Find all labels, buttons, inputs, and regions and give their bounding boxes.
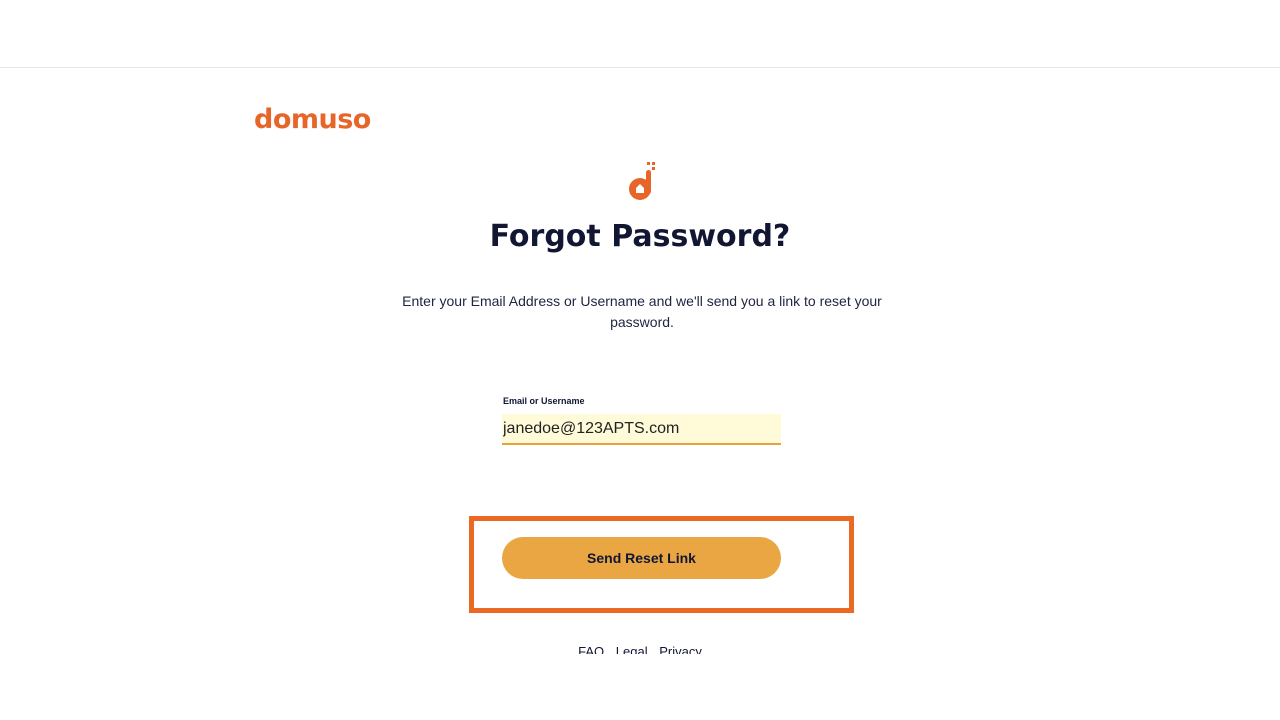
email-username-input[interactable] bbox=[502, 414, 781, 445]
footer-link-legal[interactable]: Legal bbox=[616, 644, 648, 654]
footer-link-faq[interactable]: FAQ bbox=[578, 644, 604, 654]
domuso-logo[interactable]: domuso bbox=[254, 100, 371, 140]
page-title: Forgot Password? bbox=[489, 219, 791, 254]
instructions-text: Enter your Email Address or Username and… bbox=[402, 293, 882, 330]
footer-link-privacy[interactable]: Privacy bbox=[659, 644, 702, 654]
footer-links: FAQ Legal Privacy bbox=[0, 643, 1280, 654]
email-field-label: Email or Username bbox=[503, 396, 585, 406]
domuso-d-mark-icon bbox=[629, 162, 655, 200]
send-reset-link-button[interactable]: Send Reset Link bbox=[502, 537, 781, 579]
top-bar bbox=[0, 0, 1280, 68]
